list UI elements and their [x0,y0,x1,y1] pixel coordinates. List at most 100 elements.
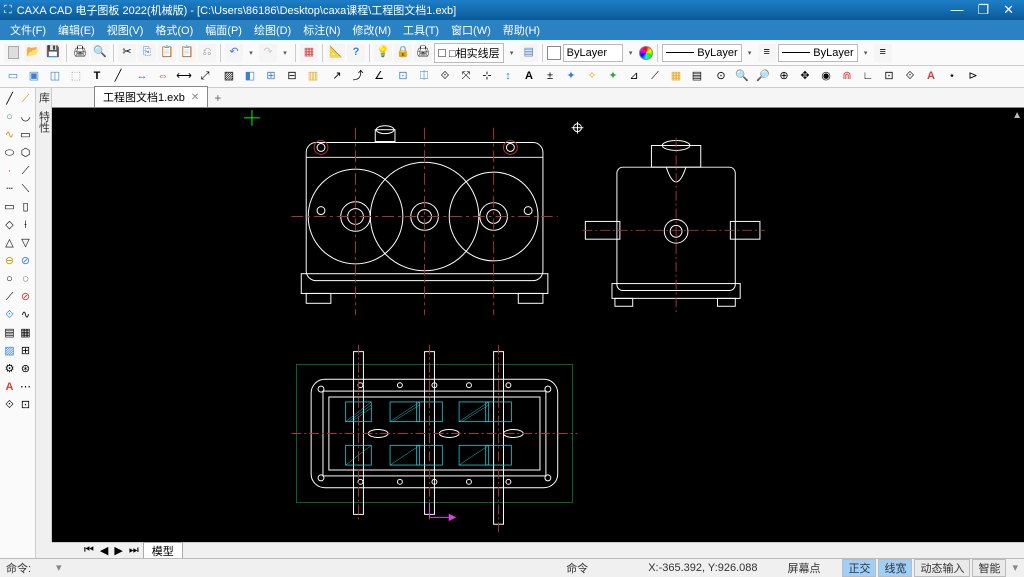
arc2-icon[interactable]: ⤴ [349,68,367,86]
maximize-button[interactable]: ❐ [977,2,989,18]
layer-selector[interactable]: □相实线层 [434,43,504,63]
h1-icon[interactable]: ⟋ [3,290,17,304]
zoom3-icon[interactable]: 🔎 [754,68,772,86]
layer-icon[interactable]: ▦ [300,44,318,62]
lineweight-selector[interactable]: ByLayer [778,44,858,62]
mod2-icon[interactable]: ⎅ [415,68,433,86]
a-icon[interactable]: A [922,68,940,86]
t4-icon[interactable]: ⊞ [19,344,33,358]
paste2-icon[interactable]: 📋 [178,44,196,62]
menu-tools[interactable]: 工具(T) [397,22,445,38]
last-tab-icon[interactable]: ⏭ [127,544,141,557]
menu-format[interactable]: 格式(O) [149,22,199,38]
next-tab-icon[interactable]: ▶ [112,544,124,557]
redo-icon[interactable]: ↷ [259,44,277,62]
polygon-icon[interactable]: ⬡ [19,146,33,160]
lock-icon[interactable]: 🔒 [394,44,412,62]
zoom4-icon[interactable]: ⊕ [775,68,793,86]
linetype-dropdown[interactable]: ▾ [744,49,756,57]
ellipse-icon[interactable]: ⬭ [3,146,17,160]
menu-layout[interactable]: 幅面(P) [199,22,248,38]
ray-icon[interactable]: ⟍ [19,182,33,196]
menu-view[interactable]: 视图(V) [101,22,150,38]
arc-icon[interactable]: ◡ [19,110,33,124]
cmd-dropdown-icon[interactable]: ▾ [56,561,68,574]
osnap-icon[interactable]: ⊡ [880,68,898,86]
dyn-button[interactable]: 动态输入 [914,559,970,577]
mod1-icon[interactable]: ⊡ [394,68,412,86]
first-tab-icon[interactable]: ⏮ [82,544,96,557]
osnap2-icon[interactable]: ⟐ [901,68,919,86]
dim1-icon[interactable]: ↔ [133,68,151,86]
u1-icon[interactable]: ⟐ [3,398,17,412]
status-dd-icon[interactable]: ▾ [1012,561,1018,574]
rect2-icon[interactable]: ▭ [3,200,17,214]
crossing-icon[interactable]: ◫ [46,68,64,86]
gear-icon[interactable]: ⚙ [3,362,17,376]
shape6-icon[interactable]: ⊘ [19,254,33,268]
ortho-button[interactable]: 正交 [842,559,876,577]
spline-icon[interactable]: ∿ [3,128,17,142]
shape1-icon[interactable]: ◇ [3,218,17,232]
txt-icon[interactable]: A [3,380,17,394]
shape3-icon[interactable]: △ [3,236,17,250]
linetype-selector[interactable]: ByLayer [662,44,742,62]
shape5-icon[interactable]: ⊖ [3,254,17,268]
menu-window[interactable]: 窗口(W) [445,22,497,38]
dash-icon[interactable]: ┄ [3,182,17,196]
color-selector[interactable]: ByLayer [563,44,623,62]
t1-icon[interactable]: ▤ [3,326,17,340]
mod14-icon[interactable]: ▦ [667,68,685,86]
bulb-icon[interactable]: 💡 [374,44,392,62]
layer-dropdown[interactable]: ▾ [506,49,518,57]
orbit-icon[interactable]: ◉ [817,68,835,86]
mod4-icon[interactable]: ⤧ [457,68,475,86]
match-icon[interactable]: ⎌ [198,44,216,62]
mod3-icon[interactable]: ⟐ [436,68,454,86]
cut-icon[interactable]: ✂ [118,44,136,62]
undo-icon[interactable]: ↶ [225,44,243,62]
select-icon[interactable]: ▭ [4,68,22,86]
color-dropdown[interactable]: ▾ [625,49,637,57]
block-icon[interactable]: ◧ [241,68,259,86]
menu-help[interactable]: 帮助(H) [497,22,546,38]
zoom1-icon[interactable]: ⊙ [712,68,730,86]
measure-icon[interactable]: 📐 [327,44,345,62]
smart-button[interactable]: 智能 [972,559,1006,577]
h3-icon[interactable]: ⟐ [3,308,17,322]
snap-icon[interactable]: ⋒ [838,68,856,86]
mod10-icon[interactable]: ✧ [583,68,601,86]
end-icon[interactable]: ⊳ [964,68,982,86]
shape7-icon[interactable]: ○ [3,272,17,286]
t3-icon[interactable]: ▨ [3,344,17,358]
pline-icon[interactable]: ⟋ [19,92,33,106]
line-icon[interactable]: ╱ [3,92,17,106]
mod9-icon[interactable]: ✦ [562,68,580,86]
mod13-icon[interactable]: ⟋ [646,68,664,86]
help-icon[interactable]: ? [347,44,365,62]
printer2-icon[interactable]: 🖨 [414,44,432,62]
zoom2-icon[interactable]: 🔍 [733,68,751,86]
group-icon[interactable]: ⬚ [67,68,85,86]
shape2-icon[interactable]: ⟊ [19,218,33,232]
table-icon[interactable]: ⊟ [283,68,301,86]
shape4-icon[interactable]: ▽ [19,236,33,250]
paste-icon[interactable]: 📋 [158,44,176,62]
preview-icon[interactable]: 🔍 [91,44,109,62]
hatch-icon[interactable]: ▨ [220,68,238,86]
shape8-icon[interactable]: ◌ [19,272,33,286]
mod12-icon[interactable]: ⊿ [625,68,643,86]
t2-icon[interactable]: ▦ [19,326,33,340]
redo-dropdown[interactable]: ▾ [279,49,291,57]
linewt-button[interactable]: 线宽 [878,559,912,577]
menu-draw[interactable]: 绘图(D) [248,22,297,38]
add-tab-button[interactable]: + [208,89,227,107]
drawing-canvas[interactable]: ▲ [52,108,1024,542]
u2-icon[interactable]: ⊡ [19,398,33,412]
mod5-icon[interactable]: ⊹ [478,68,496,86]
h4-icon[interactable]: ∿ [19,308,33,322]
arrow-icon[interactable]: ↗ [328,68,346,86]
minimize-button[interactable]: — [950,2,963,18]
print-icon[interactable]: 🖨 [71,44,89,62]
box-icon[interactable]: ▯ [19,200,33,214]
